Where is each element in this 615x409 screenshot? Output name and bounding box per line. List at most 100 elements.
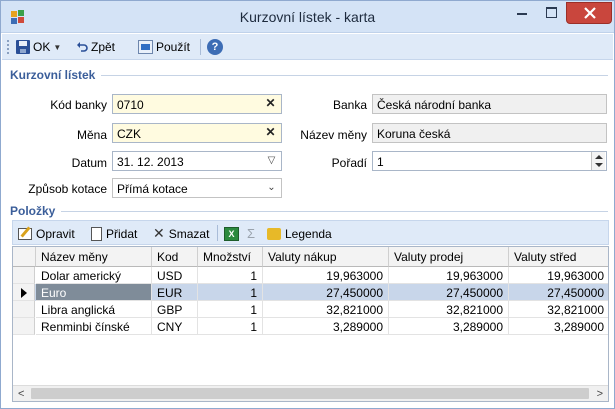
currency-name-field: Koruna česká: [372, 123, 607, 143]
column-header-sell[interactable]: Valuty prodej: [389, 247, 509, 267]
save-icon: [16, 40, 30, 54]
cell-quantity[interactable]: 1: [198, 284, 263, 301]
apply-label: Použít: [156, 40, 191, 54]
add-button[interactable]: Přidat: [91, 225, 137, 242]
quote-method-label: Způsob kotace: [28, 182, 107, 196]
delete-button[interactable]: ✕ Smazat: [153, 225, 209, 242]
new-page-icon: [91, 226, 102, 241]
main-toolbar: OK ▼ Zpět Použít ?: [2, 34, 613, 60]
currency-name-value: Koruna česká: [377, 127, 451, 141]
cell-code[interactable]: EUR: [152, 284, 198, 301]
column-header-name[interactable]: Název měny: [36, 247, 152, 267]
legend-label: Legenda: [285, 226, 332, 241]
chevron-down-icon[interactable]: ▽: [263, 152, 280, 170]
minimize-button[interactable]: [508, 2, 536, 24]
bank-code-value: 0710: [117, 98, 144, 112]
edit-icon: [18, 227, 32, 240]
apply-icon: [138, 40, 153, 54]
spin-arrows-icon[interactable]: [591, 152, 605, 170]
horizontal-scrollbar[interactable]: < >: [13, 385, 608, 401]
currency-field[interactable]: CZK: [112, 123, 282, 143]
cell-sell[interactable]: 3,289000: [389, 318, 509, 335]
sum-button[interactable]: Σ: [247, 225, 255, 242]
close-button[interactable]: [566, 2, 612, 24]
cell-mid[interactable]: 32,821000: [509, 301, 608, 318]
cell-mid[interactable]: 3,289000: [509, 318, 608, 335]
date-value: 31. 12. 2013: [117, 155, 184, 169]
items-grid: Název měny Kod Množství Valuty nákup Val…: [12, 246, 609, 402]
maximize-button[interactable]: [537, 2, 565, 24]
bank-value: Česká národní banka: [377, 98, 492, 112]
column-header-code[interactable]: Kod: [152, 247, 198, 267]
export-excel-button[interactable]: X: [224, 225, 239, 242]
cell-quantity[interactable]: 1: [198, 318, 263, 335]
column-header-quantity[interactable]: Množství: [198, 247, 263, 267]
delete-icon: ✕: [153, 225, 165, 241]
cell-buy[interactable]: 19,963000: [263, 267, 389, 284]
chevron-down-icon[interactable]: ⌄: [263, 179, 280, 197]
back-button[interactable]: Zpět: [76, 38, 115, 56]
clear-icon[interactable]: ✕: [262, 124, 279, 142]
scroll-right-icon[interactable]: >: [597, 388, 603, 400]
undo-icon: [76, 41, 88, 53]
order-field[interactable]: 1: [372, 151, 607, 171]
cell-mid[interactable]: 27,450000: [509, 284, 608, 301]
table-row[interactable]: Libra anglická GBP 1 32,821000 32,821000…: [13, 301, 608, 318]
toolbar-separator: [217, 225, 218, 241]
currency-value: CZK: [117, 127, 141, 141]
column-header-buy[interactable]: Valuty nákup: [263, 247, 389, 267]
chevron-down-icon[interactable]: ▼: [53, 43, 61, 52]
ok-label: OK: [33, 40, 51, 54]
help-button[interactable]: ?: [207, 38, 223, 56]
cell-buy[interactable]: 32,821000: [263, 301, 389, 318]
cell-code[interactable]: USD: [152, 267, 198, 284]
scrollbar-thumb[interactable]: [31, 388, 589, 399]
cell-code[interactable]: GBP: [152, 301, 198, 318]
cell-buy[interactable]: 27,450000: [263, 284, 389, 301]
column-header-mid[interactable]: Valuty střed: [509, 247, 608, 267]
close-icon: [584, 7, 596, 19]
title-bar: Kurzovní lístek - karta: [1, 1, 614, 33]
ok-button[interactable]: OK ▼: [16, 38, 61, 56]
table-row-selected[interactable]: Euro EUR 1 27,450000 27,450000 27,450000: [13, 284, 608, 301]
table-row[interactable]: Dolar americký USD 1 19,963000 19,963000…: [13, 267, 608, 284]
quote-method-value: Přímá kotace: [117, 182, 188, 196]
section-divider: [11, 211, 608, 212]
quote-method-select[interactable]: Přímá kotace: [112, 178, 282, 198]
help-icon: ?: [207, 39, 223, 55]
sigma-icon: Σ: [247, 226, 256, 241]
date-label: Datum: [71, 156, 107, 170]
cell-quantity[interactable]: 1: [198, 301, 263, 318]
cell-buy[interactable]: 3,289000: [263, 318, 389, 335]
cell-name[interactable]: Euro: [36, 284, 152, 301]
section-title-items: Položky: [10, 204, 62, 218]
legend-button[interactable]: Legenda: [267, 225, 332, 242]
items-toolbar: Opravit Přidat ✕ Smazat X Σ Legenda: [12, 220, 609, 245]
current-row-arrow-icon: [13, 284, 35, 301]
apply-button[interactable]: Použít: [138, 38, 190, 56]
row-indicator-header: [13, 247, 36, 267]
cell-code[interactable]: CNY: [152, 318, 198, 335]
row-indicator: [13, 301, 35, 318]
cell-quantity[interactable]: 1: [198, 267, 263, 284]
clear-icon[interactable]: ✕: [262, 95, 279, 113]
currency-label: Měna: [76, 128, 107, 142]
edit-button[interactable]: Opravit: [18, 225, 75, 242]
legend-icon: [267, 227, 281, 240]
cell-sell[interactable]: 19,963000: [389, 267, 509, 284]
row-indicator: [13, 267, 35, 284]
bank-code-field[interactable]: 0710: [112, 94, 282, 114]
scroll-left-icon[interactable]: <: [18, 388, 24, 400]
table-row[interactable]: Renminbi čínské CNY 1 3,289000 3,289000 …: [13, 318, 608, 335]
cell-name[interactable]: Dolar americký: [36, 267, 152, 284]
cell-mid[interactable]: 19,963000: [509, 267, 608, 284]
back-label: Zpět: [91, 40, 116, 54]
cell-name[interactable]: Libra anglická: [36, 301, 152, 318]
date-field[interactable]: 31. 12. 2013: [112, 151, 282, 171]
cell-sell[interactable]: 32,821000: [389, 301, 509, 318]
cell-name[interactable]: Renminbi čínské: [36, 318, 152, 335]
order-value: 1: [377, 155, 384, 169]
dialog-window: Kurzovní lístek - karta OK ▼ Zpět Použít…: [0, 0, 615, 409]
cell-sell[interactable]: 27,450000: [389, 284, 509, 301]
add-label: Přidat: [106, 226, 138, 241]
